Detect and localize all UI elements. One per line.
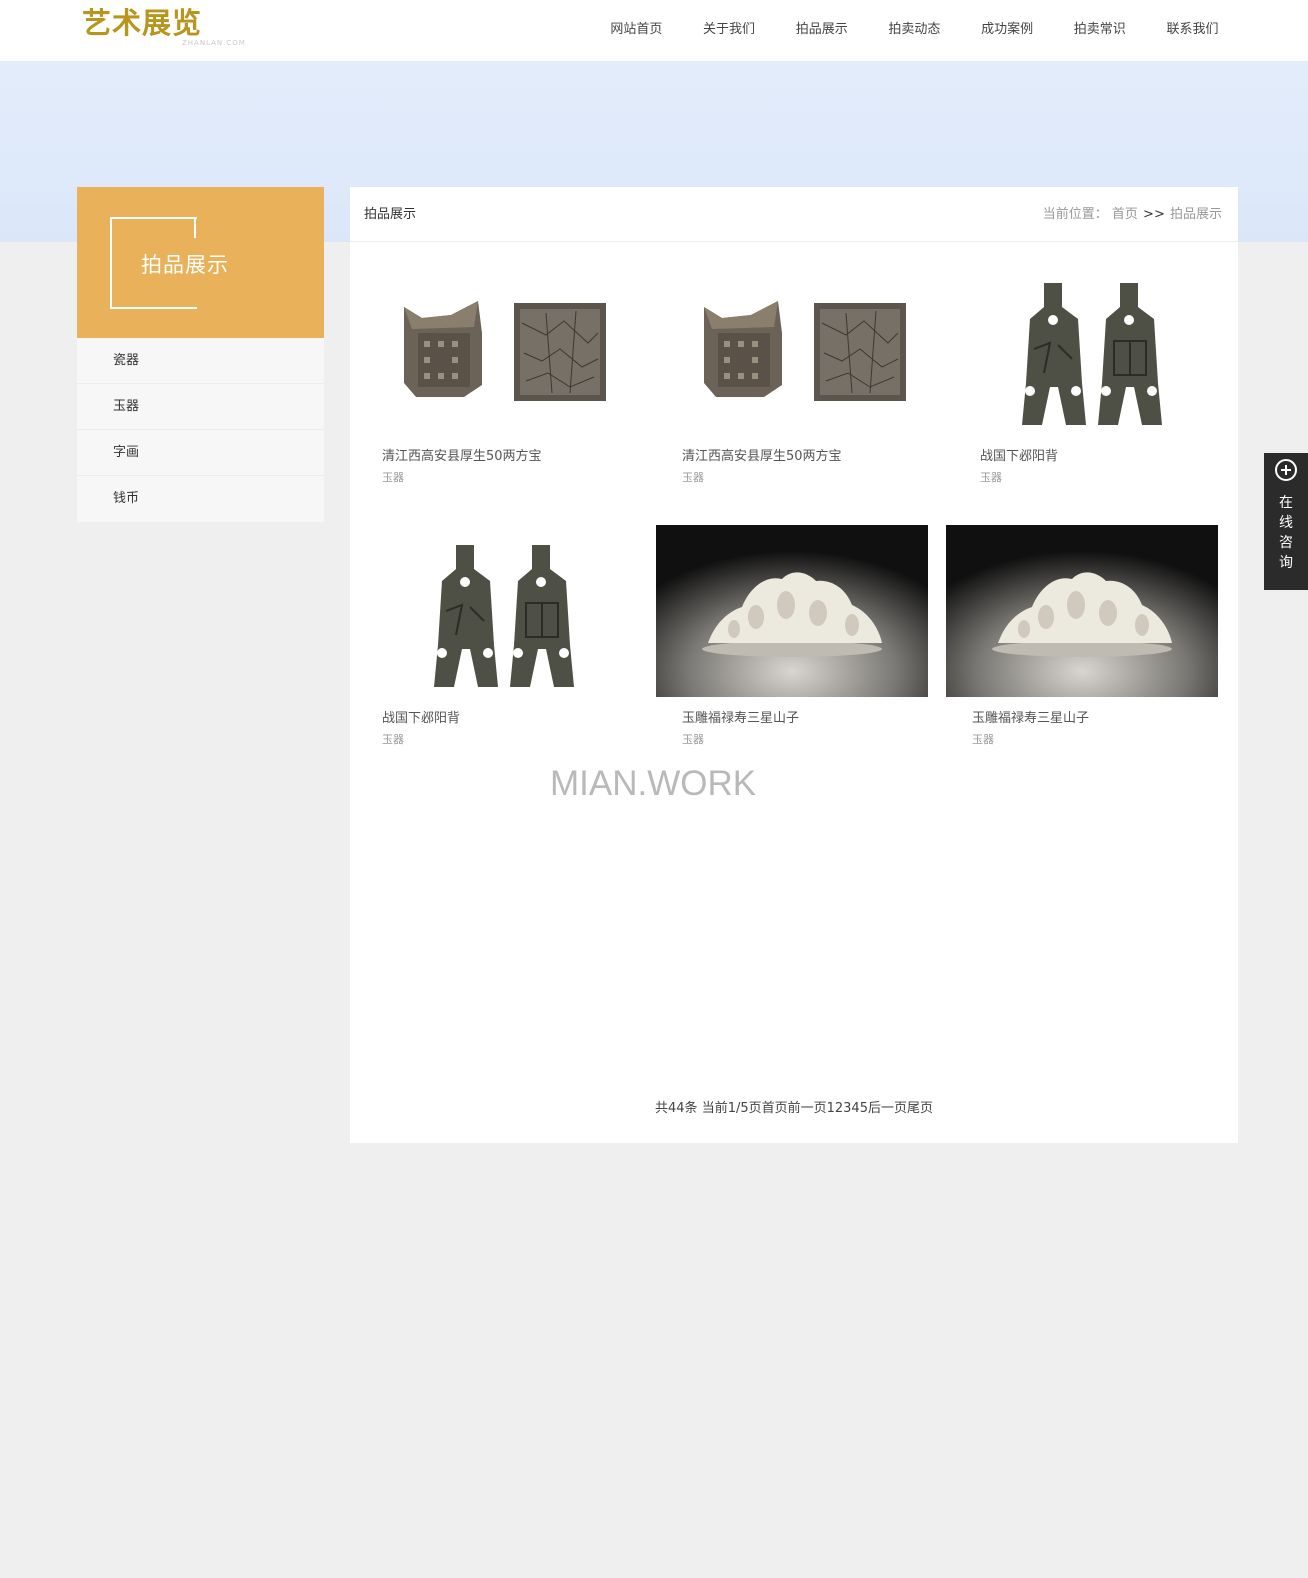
nav-item-about[interactable]: 关于我们 <box>683 0 776 61</box>
nav-item-home[interactable]: 网站首页 <box>590 0 683 61</box>
site-header: 艺术展览 ZHANLAN.COM 网站首页 关于我们 拍品展示 拍卖动态 成功案… <box>0 0 1308 61</box>
breadcrumb: 当前位置： 首页 >> 拍品展示 <box>1043 187 1222 242</box>
product-name[interactable]: 战国下邲阳背 <box>382 707 460 726</box>
main-nav: 网站首页 关于我们 拍品展示 拍卖动态 成功案例 拍卖常识 联系我们 <box>590 0 1239 61</box>
logo-subtext: ZHANLAN.COM <box>182 39 246 47</box>
page-title: 拍品展示 <box>364 207 417 222</box>
pagination[interactable]: 共44条 当前1/5页首页前一页12345后一页尾页 <box>350 1097 1238 1116</box>
watermark: MIAN.WORK <box>550 764 757 803</box>
consult-char: 在 <box>1279 495 1293 511</box>
site-logo[interactable]: 艺术展览 ZHANLAN.COM <box>82 4 245 50</box>
consult-char: 线 <box>1279 515 1293 531</box>
product-name[interactable]: 战国下邲阳背 <box>980 445 1058 464</box>
main-content: 拍品展示 当前位置： 首页 >> 拍品展示 清江西高安县厚生50两方宝 玉器 清… <box>350 187 1238 1143</box>
product-category: 玉器 <box>682 733 704 746</box>
consult-label: 在 线 咨 询 <box>1276 493 1296 573</box>
breadcrumb-current-link[interactable]: 拍品展示 <box>1170 207 1222 222</box>
nav-item-cases[interactable]: 成功案例 <box>961 0 1054 61</box>
nav-item-contact[interactable]: 联系我们 <box>1146 0 1239 61</box>
product-name[interactable]: 清江西高安县厚生50两方宝 <box>682 445 842 464</box>
sidebar-header: 拍品展示 <box>77 187 324 338</box>
sidebar-menu: 瓷器 玉器 字画 钱币 <box>77 338 324 522</box>
sidebar-frame-tick <box>194 217 196 238</box>
product-category: 玉器 <box>382 733 404 746</box>
logo-text: 艺术展览 <box>82 6 203 40</box>
product-name[interactable]: 玉雕福禄寿三星山子 <box>682 707 799 726</box>
product-category: 玉器 <box>682 471 704 484</box>
breadcrumb-separator: >> <box>1143 207 1165 222</box>
product-category: 玉器 <box>382 471 404 484</box>
product-image-silver-ingot[interactable] <box>656 263 928 435</box>
product-category: 玉器 <box>972 733 994 746</box>
nav-item-lots[interactable]: 拍品展示 <box>775 0 868 61</box>
nav-item-knowledge[interactable]: 拍卖常识 <box>1053 0 1146 61</box>
product-category: 玉器 <box>980 471 1002 484</box>
plus-circle-icon <box>1275 459 1297 481</box>
product-image-jade-carving[interactable] <box>656 525 928 697</box>
product-name[interactable]: 清江西高安县厚生50两方宝 <box>382 445 542 464</box>
sidebar-item-painting[interactable]: 字画 <box>77 430 324 476</box>
consult-char: 询 <box>1279 555 1293 571</box>
consult-char: 咨 <box>1279 535 1293 551</box>
nav-item-news[interactable]: 拍卖动态 <box>868 0 961 61</box>
breadcrumb-label: 当前位置： <box>1042 207 1108 222</box>
product-image-spade-coin[interactable] <box>366 525 638 697</box>
product-image-silver-ingot[interactable] <box>356 263 628 435</box>
sidebar-item-jade[interactable]: 玉器 <box>77 384 324 430</box>
product-image-jade-carving[interactable] <box>946 525 1218 697</box>
sidebar-title: 拍品展示 <box>141 253 229 277</box>
breadcrumb-home-link[interactable]: 首页 <box>1112 207 1138 222</box>
main-header: 拍品展示 当前位置： 首页 >> 拍品展示 <box>350 187 1238 242</box>
online-consult-button[interactable]: 在 线 咨 询 <box>1264 453 1308 590</box>
product-image-spade-coin[interactable] <box>954 263 1226 435</box>
sidebar-item-coins[interactable]: 钱币 <box>77 476 324 522</box>
sidebar-item-porcelain[interactable]: 瓷器 <box>77 338 324 384</box>
product-name[interactable]: 玉雕福禄寿三星山子 <box>972 707 1089 726</box>
